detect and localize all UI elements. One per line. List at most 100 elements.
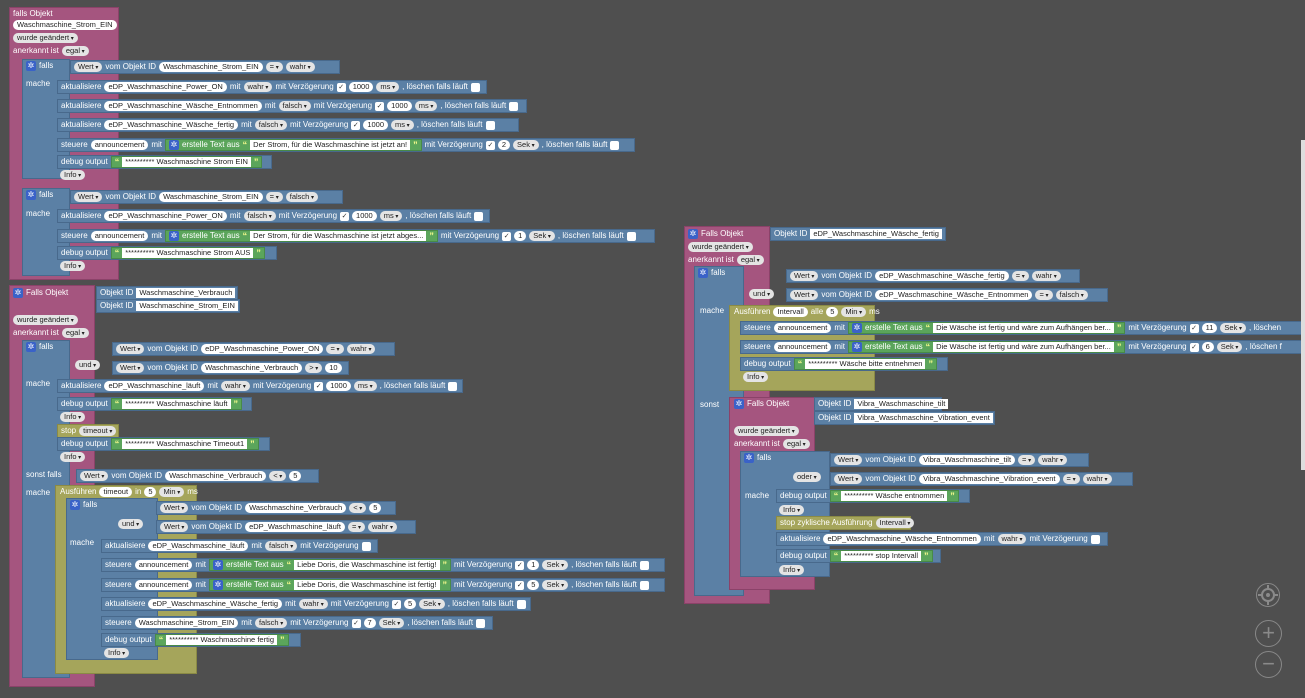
unit-dropdown[interactable]: Sek — [378, 618, 405, 628]
wert-dropdown[interactable]: Wert — [834, 474, 863, 484]
delay-checkbox[interactable]: ✓ — [1189, 342, 1199, 352]
object-id-value[interactable]: eDP_Waschmaschine_Wäsche_fertig — [810, 229, 942, 239]
unit-dropdown[interactable]: ms — [414, 101, 438, 111]
object-id-field[interactable]: Waschmaschine_Strom_EIN — [159, 62, 263, 72]
gear-icon[interactable]: ✲ — [851, 342, 862, 352]
value-dropdown[interactable]: wahr — [1038, 455, 1068, 465]
text-block[interactable]: “********** Waschmaschine fertig” — [154, 634, 289, 646]
gear-icon[interactable]: ✲ — [26, 61, 36, 71]
condition-block[interactable]: Wert vom Objekt ID eDP_Waschmaschine_Wäs… — [786, 269, 1080, 283]
delay-value[interactable]: 1000 — [326, 381, 351, 391]
text-block[interactable]: “********** Wäsche bitte entnehmen” — [793, 358, 937, 370]
gear-icon[interactable]: ✲ — [168, 140, 179, 150]
gear-icon[interactable]: ✲ — [734, 399, 744, 409]
object-id-value[interactable]: Waschmaschine_Strom_EIN — [136, 301, 238, 311]
update-block[interactable]: aktualisiere eDP_Waschmaschine_Wäsche_En… — [57, 99, 527, 113]
logic-dropdown[interactable]: und — [75, 360, 101, 370]
clear-checkbox[interactable] — [639, 560, 649, 570]
changed-dropdown[interactable]: wurde geändert — [734, 426, 799, 436]
delay-value[interactable]: 1000 — [352, 211, 377, 221]
log-level-dropdown[interactable]: Info — [60, 412, 86, 422]
wert-dropdown[interactable]: Wert — [80, 471, 109, 481]
operator-dropdown[interactable]: = — [1035, 290, 1053, 300]
delay-checkbox[interactable] — [361, 541, 371, 551]
object-id-field[interactable]: eDP_Waschmaschine_Wäsche_Entnommen — [875, 290, 1033, 300]
delay-value[interactable]: 1000 — [363, 120, 388, 130]
text-literal[interactable]: Liebe Doris, die Waschmaschine ist ferti… — [294, 580, 440, 590]
text-literal[interactable]: ********** Waschmaschine läuft — [122, 399, 231, 409]
object-id-block[interactable]: Objekt ID Waschmaschine_Verbrauch — [96, 286, 238, 300]
wert-dropdown[interactable]: Wert — [116, 363, 145, 373]
debug-block[interactable]: debug output “********** Waschmaschine S… — [57, 246, 277, 260]
text-literal[interactable]: ********** Waschmaschine fertig — [166, 635, 277, 645]
unit-dropdown[interactable]: Min — [159, 487, 185, 497]
zoom-out-button[interactable]: − — [1255, 651, 1282, 678]
gear-icon[interactable]: ✲ — [698, 268, 708, 278]
text-block[interactable]: “********** Wäsche entnommen” — [829, 490, 959, 502]
target-icon[interactable] — [1256, 583, 1280, 607]
debug-block[interactable]: debug output “********** Waschmaschine f… — [101, 633, 301, 647]
wert-dropdown[interactable]: Wert — [834, 455, 863, 465]
delay-checkbox[interactable]: ✓ — [336, 82, 346, 92]
object-id-field[interactable]: Vibra_Waschmaschine_tilt — [919, 455, 1016, 465]
unit-dropdown[interactable]: Sek — [513, 140, 539, 150]
log-level-dropdown[interactable]: Info — [60, 452, 86, 462]
text-create-block[interactable]: ✲ erstelle Text aus “Der Strom, für die Wa… — [164, 139, 422, 151]
logic-dropdown[interactable]: und — [749, 289, 775, 299]
text-literal[interactable]: ********** Waschmaschine Strom EIN — [122, 157, 251, 167]
number-field[interactable]: 5 — [369, 503, 382, 513]
zoom-in-button[interactable]: + — [1255, 620, 1282, 647]
operator-dropdown[interactable]: = — [1062, 474, 1080, 484]
stop-interval-block[interactable]: stop zyklische Ausführung Intervall — [776, 516, 915, 530]
gear-icon[interactable]: ✲ — [13, 288, 23, 298]
delay-value[interactable]: 11 — [1201, 323, 1218, 333]
timeout-dropdown[interactable]: timeout — [79, 426, 117, 436]
debug-block[interactable]: debug output “********** Wäsche entnomme… — [776, 489, 970, 503]
wert-dropdown[interactable]: Wert — [160, 503, 189, 513]
condition-block[interactable]: Wert vom Objekt ID Waschmaschine_Verbrau… — [156, 501, 396, 515]
delay-value[interactable]: 1 — [527, 560, 540, 570]
object-id-field[interactable]: Waschmaschine_Verbrauch — [245, 503, 347, 513]
gear-icon[interactable]: ✲ — [851, 323, 862, 333]
unit-dropdown[interactable]: Sek — [1216, 342, 1243, 352]
text-block[interactable]: “********** stop Intervall” — [829, 550, 933, 562]
delay-value[interactable]: 1000 — [348, 82, 374, 92]
log-level-dropdown[interactable]: Info — [60, 170, 86, 180]
object-id-value[interactable]: Vibra_Waschmaschine_Vibration_event — [854, 413, 993, 423]
operator-dropdown[interactable]: = — [1011, 271, 1029, 281]
delay-value[interactable]: 5 — [403, 599, 417, 609]
object-id-field[interactable]: Waschmaschine_Strom_EIN — [13, 20, 117, 30]
update-block[interactable]: aktualisiere eDP_Waschmaschine_Wäsche_fe… — [57, 118, 519, 132]
text-create-block[interactable]: ✲ erstelle Text aus “Der Strom, für die Wa… — [164, 230, 438, 242]
delay-checkbox[interactable]: ✓ — [340, 211, 350, 221]
delay-checkbox[interactable]: ✓ — [314, 381, 324, 391]
update-block[interactable]: aktualisiere eDP_Waschmaschine_Power_ON … — [57, 80, 487, 94]
update-block[interactable]: aktualisiere eDP_Waschmaschine_läuft mit… — [101, 539, 378, 553]
text-block[interactable]: “********** Waschmaschine läuft” — [110, 398, 242, 410]
unit-dropdown[interactable]: Sek — [1220, 323, 1247, 333]
text-create-block[interactable]: ✲ erstelle Text aus “Liebe Doris, die Wasc… — [208, 579, 452, 591]
log-level-dropdown[interactable]: Info — [779, 505, 805, 515]
object-id-field[interactable]: eDP_Waschmaschine_Wäsche_Entnommen — [823, 534, 981, 544]
operator-dropdown[interactable]: = — [347, 522, 366, 532]
clear-checkbox[interactable] — [448, 381, 458, 391]
value-dropdown[interactable]: wahr — [243, 82, 273, 92]
text-literal[interactable]: ********** stop Intervall — [841, 551, 922, 561]
delay-checkbox[interactable]: ✓ — [375, 101, 385, 111]
value-dropdown[interactable]: falsch — [278, 101, 311, 111]
control-block[interactable]: steuere announcement mit ✲ erstelle Text … — [57, 229, 655, 243]
object-id-value[interactable]: Waschmaschine_Verbrauch — [136, 288, 236, 298]
text-literal[interactable]: ********** Waschmaschine Timeout1 — [122, 439, 248, 449]
condition-block[interactable]: Wert vom Objekt ID eDP_Waschmaschine_Pow… — [112, 342, 395, 356]
delay-checkbox[interactable]: ✓ — [351, 618, 361, 628]
debug-block[interactable]: debug output “********** stop Intervall” — [776, 549, 941, 563]
logic-dropdown[interactable]: oder — [793, 472, 821, 482]
gear-icon[interactable]: ✲ — [26, 342, 36, 352]
object-id-block[interactable]: Objekt ID Vibra_Waschmaschine_Vibration_e… — [814, 411, 995, 425]
object-id-block[interactable]: Objekt ID Vibra_Waschmaschine_tilt — [814, 397, 949, 411]
value-dropdown[interactable]: wahr — [221, 381, 250, 391]
gear-icon[interactable]: ✲ — [212, 580, 223, 590]
update-block[interactable]: aktualisiere eDP_Waschmaschine_Power_ON … — [57, 209, 490, 223]
object-id-field[interactable]: announcement — [90, 231, 149, 241]
object-id-field[interactable]: Waschmaschine_Verbrauch — [165, 471, 267, 481]
